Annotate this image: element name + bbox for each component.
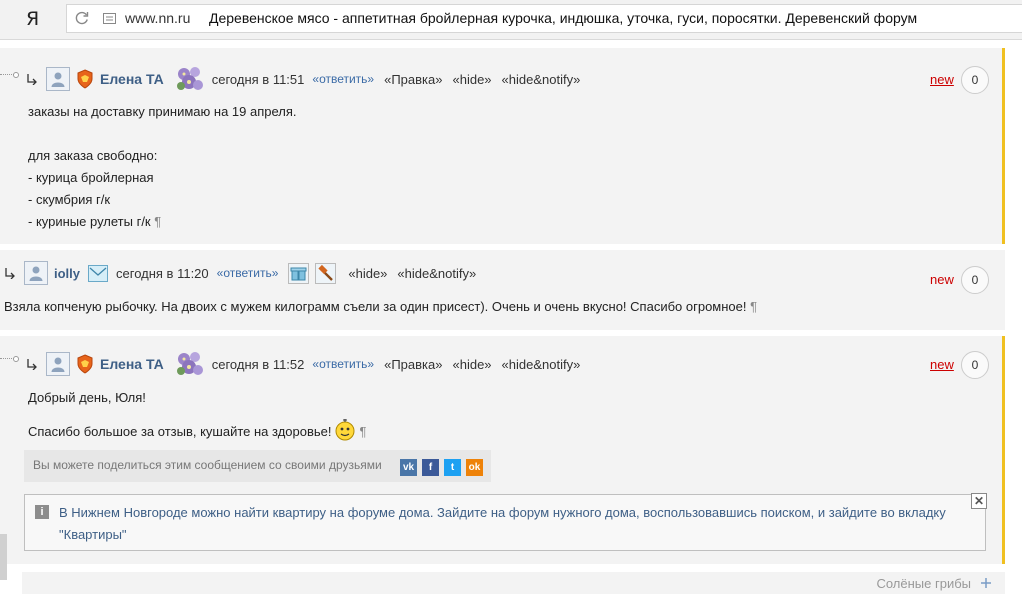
- facebook-share-icon[interactable]: f: [422, 459, 439, 476]
- avatar[interactable]: [24, 261, 48, 285]
- edit-link[interactable]: «Правка»: [384, 72, 442, 87]
- new-link[interactable]: new: [930, 72, 954, 87]
- vote-counter[interactable]: 0: [961, 351, 989, 379]
- comment: Елена ТА сегодня в 11:51 «ответить» «Пра…: [0, 48, 1005, 244]
- hide-notify-link[interactable]: «hide&notify»: [502, 357, 581, 372]
- user-icon: [51, 72, 65, 87]
- comment-time: сегодня в 11:20: [116, 265, 209, 281]
- comment-text: Спасибо большое за отзыв, кушайте на здо…: [28, 424, 332, 439]
- comment-text-line: - куриные рулеты г/к ¶: [28, 214, 161, 229]
- shield-badge-icon: [77, 69, 93, 89]
- user-icon: [29, 266, 43, 281]
- share-bar: Вы можете поделиться этим сообщением со …: [24, 450, 491, 482]
- browser-logo[interactable]: Я: [26, 8, 39, 30]
- promo-text[interactable]: В Нижнем Новгороде можно найти квартиру …: [59, 505, 946, 520]
- comment-text-line: - скумбрия г/к: [28, 192, 111, 207]
- hide-notify-link[interactable]: «hide&notify»: [397, 266, 476, 281]
- permalink-pilcrow[interactable]: ¶: [360, 424, 367, 439]
- gift-icon[interactable]: [288, 262, 310, 284]
- comment-header: iolly сегодня в 11:20 «ответить» «hide» …: [4, 261, 486, 285]
- new-link[interactable]: new: [930, 357, 954, 372]
- edit-link[interactable]: «Правка»: [384, 357, 442, 372]
- info-icon: i: [35, 505, 49, 519]
- address-bar[interactable]: www.nn.ru Деревенское мясо - аппетитная …: [66, 4, 1022, 33]
- hide-link[interactable]: «hide»: [452, 72, 491, 87]
- odnoklassniki-share-icon[interactable]: ok: [466, 459, 483, 476]
- flowers-userpic-icon: [176, 352, 203, 375]
- expand-icon[interactable]: [981, 578, 991, 588]
- vote-counter[interactable]: 0: [961, 66, 989, 94]
- author-name[interactable]: iolly: [54, 266, 80, 281]
- comment-time: сегодня в 11:52: [211, 356, 305, 372]
- next-topic-text[interactable]: Солёные грибы: [876, 576, 971, 591]
- address-title: Деревенское мясо - аппетитная бройлерная…: [209, 10, 918, 26]
- scroll-handle[interactable]: [0, 534, 7, 580]
- vote-counter[interactable]: 0: [961, 266, 989, 294]
- close-icon[interactable]: ✕: [971, 493, 987, 509]
- thread-connector: [0, 72, 19, 78]
- avatar[interactable]: [46, 352, 70, 376]
- reply-arrow-icon[interactable]: [26, 73, 38, 85]
- smiley-icon: [335, 419, 354, 441]
- permalink-pilcrow[interactable]: ¶: [154, 214, 161, 229]
- comment-text-line: Взяла копченую рыбочку. На двоих с мужем…: [4, 299, 757, 314]
- comment: iolly сегодня в 11:20 «ответить» «hide» …: [0, 250, 1005, 330]
- reply-arrow-icon[interactable]: [4, 267, 16, 279]
- new-comment-marker: [1002, 48, 1005, 244]
- browser-toolbar: Я www.nn.ru Деревенское мясо - аппетитна…: [0, 0, 1022, 40]
- permalink-pilcrow[interactable]: ¶: [750, 299, 757, 314]
- comment-text: Взяла копченую рыбочку. На двоих с мужем…: [4, 299, 747, 314]
- hide-link[interactable]: «hide»: [452, 357, 491, 372]
- new-link[interactable]: new: [930, 272, 954, 287]
- share-text: Вы можете поделиться этим сообщением со …: [33, 458, 382, 472]
- author-name[interactable]: Елена ТА: [100, 356, 164, 372]
- promo-notice: i В Нижнем Новгороде можно найти квартир…: [24, 494, 986, 551]
- reply-arrow-icon[interactable]: [26, 358, 38, 370]
- comment-text-line: Спасибо большое за отзыв, кушайте на здо…: [28, 418, 366, 442]
- twitter-share-icon[interactable]: t: [444, 459, 461, 476]
- comment-text-line: заказы на доставку принимаю на 19 апреля…: [28, 104, 297, 119]
- comment-header: Елена ТА сегодня в 11:51 «ответить» «Пра…: [26, 67, 590, 91]
- reply-link[interactable]: «ответить»: [217, 266, 279, 280]
- address-domain: www.nn.ru: [125, 10, 191, 26]
- author-name[interactable]: Елена ТА: [100, 71, 164, 87]
- mail-icon[interactable]: [88, 264, 109, 282]
- comment-text: - куриные рулеты г/к: [28, 214, 151, 229]
- thread-connector: [0, 356, 19, 362]
- comment-text-line: для заказа свободно:: [28, 148, 158, 163]
- reply-link[interactable]: «ответить»: [312, 72, 374, 86]
- comment-header: Елена ТА сегодня в 11:52 «ответить» «Пра…: [26, 352, 590, 376]
- shield-badge-icon: [77, 354, 93, 374]
- comment-text-line: Добрый день, Юля!: [28, 390, 146, 405]
- comment: Солёные грибы: [22, 572, 1005, 594]
- comment-text-line: - курица бройлерная: [28, 170, 154, 185]
- reload-icon[interactable]: [74, 10, 90, 26]
- hide-notify-link[interactable]: «hide&notify»: [502, 72, 581, 87]
- vk-share-icon[interactable]: vk: [400, 459, 417, 476]
- gavel-icon[interactable]: [315, 262, 337, 284]
- avatar[interactable]: [46, 67, 70, 91]
- user-icon: [51, 357, 65, 372]
- hide-link[interactable]: «hide»: [348, 266, 387, 281]
- flowers-userpic-icon: [176, 67, 203, 90]
- reply-link[interactable]: «ответить»: [312, 357, 374, 371]
- new-comment-marker: [1002, 336, 1005, 564]
- comment-time: сегодня в 11:51: [211, 71, 305, 87]
- promo-text[interactable]: "Квартиры": [59, 527, 127, 542]
- page-icon: [103, 13, 116, 24]
